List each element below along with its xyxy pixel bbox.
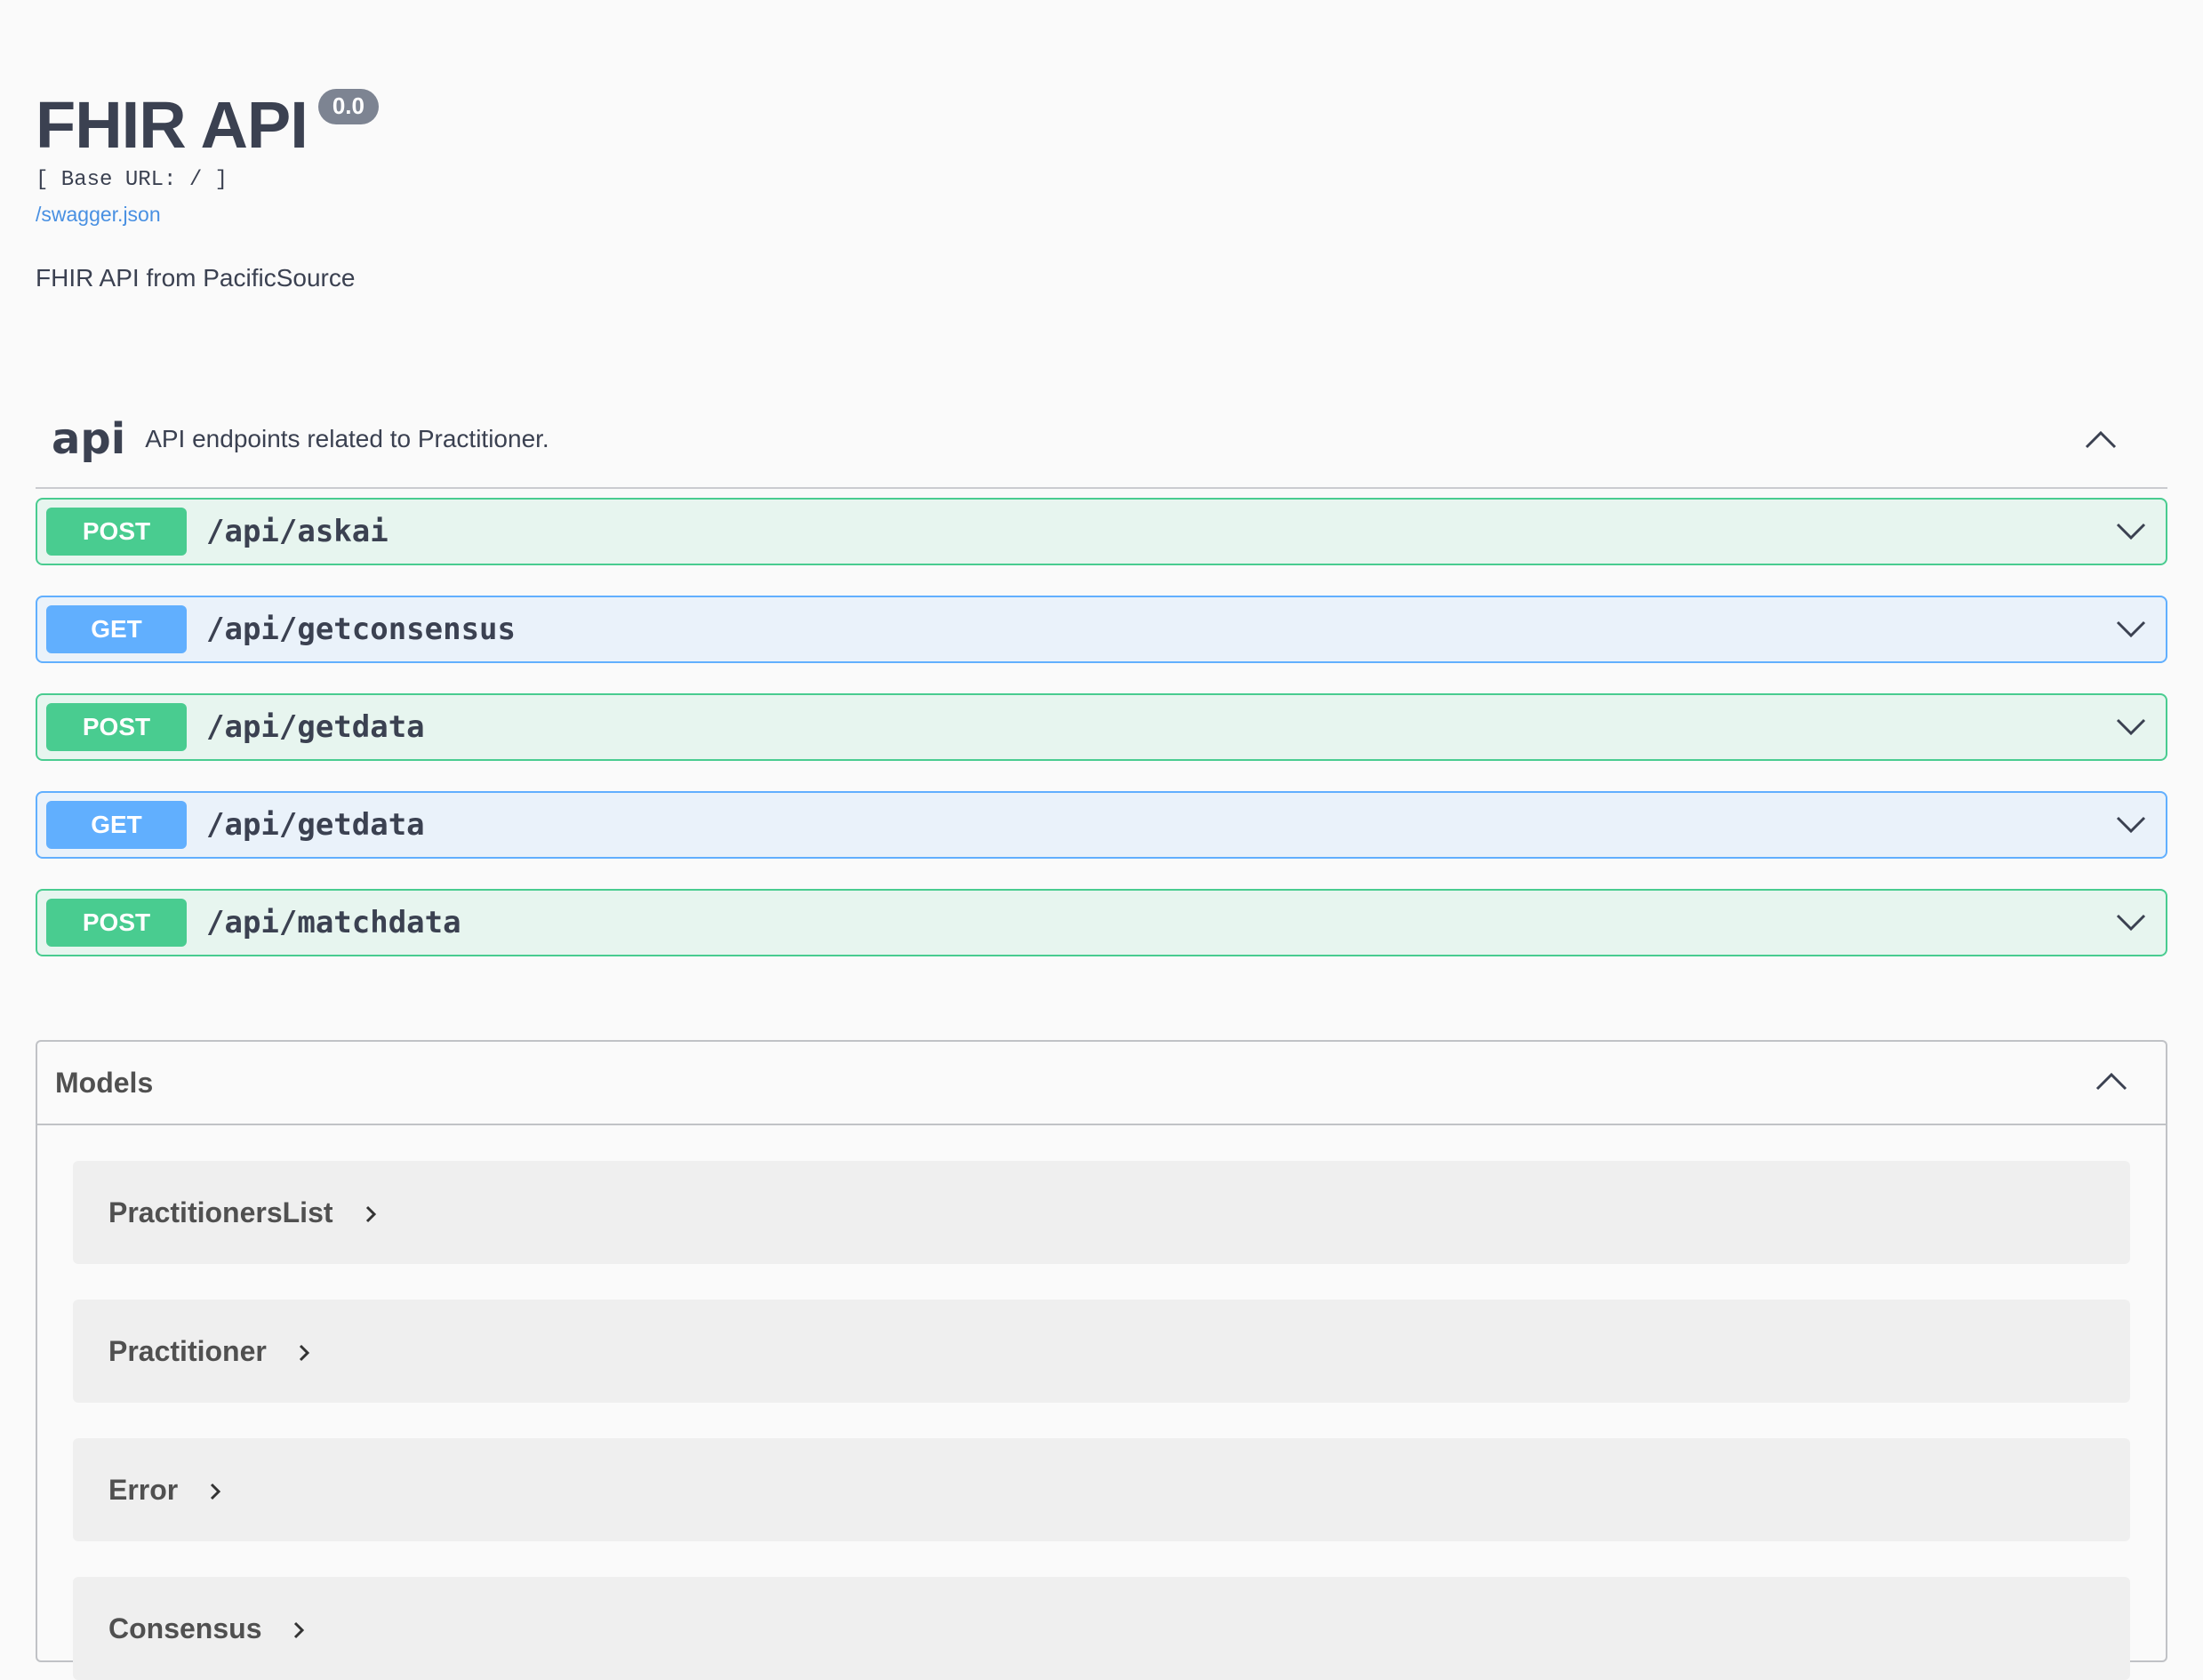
- method-badge: GET: [46, 801, 187, 849]
- chevron-up-icon[interactable]: [2079, 418, 2123, 462]
- chevron-down-icon[interactable]: [2109, 900, 2153, 945]
- model-name[interactable]: Practitioner: [108, 1335, 267, 1368]
- swagger-ui: FHIR API 0.0 [ Base URL: / ] /swagger.js…: [36, 0, 2167, 1680]
- chevron-down-icon-svg: [2116, 914, 2146, 932]
- version-badge: 0.0: [317, 89, 379, 124]
- chevron-down-icon-svg: [2116, 816, 2146, 834]
- method-badge: GET: [46, 605, 187, 653]
- chevron-right-icon[interactable]: [360, 1204, 381, 1225]
- tag-name[interactable]: api: [52, 414, 125, 464]
- operation-path[interactable]: /api/askai: [206, 514, 389, 549]
- chevron-right-icon-svg: [211, 1483, 221, 1500]
- api-info: FHIR API 0.0 [ Base URL: / ] /swagger.js…: [36, 0, 2167, 293]
- title-row: FHIR API 0.0: [36, 85, 2167, 165]
- chevron-right-icon[interactable]: [288, 1620, 309, 1641]
- chevron-right-icon[interactable]: [204, 1481, 226, 1502]
- operations-list: POST /api/askai GET /api/getconsensus PO…: [36, 498, 2167, 987]
- model-list: PractitionersList Practitioner Error Con…: [37, 1125, 2166, 1680]
- operation-path[interactable]: /api/getdata: [206, 709, 425, 745]
- swagger-json-link[interactable]: /swagger.json: [36, 201, 161, 228]
- method-badge: POST: [46, 703, 187, 751]
- model-name[interactable]: PractitionersList: [108, 1196, 333, 1229]
- chevron-up-icon-svg: [2095, 1072, 2127, 1091]
- model-practitioner[interactable]: Practitioner: [73, 1300, 2130, 1403]
- chevron-right-icon-svg: [299, 1344, 309, 1362]
- chevron-up-icon-svg: [2085, 430, 2117, 449]
- operation-get-getconsensus[interactable]: GET /api/getconsensus: [36, 596, 2167, 663]
- method-badge: POST: [46, 899, 187, 947]
- operation-path[interactable]: /api/matchdata: [206, 905, 461, 940]
- model-name[interactable]: Error: [108, 1474, 178, 1507]
- chevron-down-icon[interactable]: [2109, 509, 2153, 554]
- model-name[interactable]: Consensus: [108, 1612, 261, 1645]
- model-practitionerslist[interactable]: PractitionersList: [73, 1161, 2130, 1264]
- operation-get-getdata[interactable]: GET /api/getdata: [36, 791, 2167, 859]
- chevron-down-icon[interactable]: [2109, 803, 2153, 847]
- base-url: [ Base URL: / ]: [36, 168, 228, 192]
- chevron-down-icon[interactable]: [2109, 607, 2153, 652]
- operation-path[interactable]: /api/getconsensus: [206, 612, 516, 647]
- models-header[interactable]: Models: [37, 1042, 2166, 1125]
- chevron-down-icon[interactable]: [2109, 705, 2153, 749]
- chevron-down-icon-svg: [2116, 620, 2146, 638]
- operation-post-getdata[interactable]: POST /api/getdata: [36, 693, 2167, 761]
- chevron-up-icon[interactable]: [2089, 1060, 2134, 1104]
- api-description: FHIR API from PacificSource: [36, 264, 356, 292]
- api-title: FHIR API: [36, 88, 308, 162]
- models-section: Models PractitionersList Practitioner Er…: [36, 1040, 2167, 1680]
- method-badge: POST: [46, 508, 187, 556]
- model-consensus[interactable]: Consensus: [73, 1577, 2130, 1680]
- chevron-right-icon-svg: [365, 1205, 376, 1223]
- chevron-down-icon-svg: [2116, 718, 2146, 736]
- models-title[interactable]: Models: [55, 1067, 153, 1100]
- tag-description: API endpoints related to Practitioner.: [145, 425, 549, 452]
- chevron-down-icon-svg: [2116, 523, 2146, 540]
- operation-path[interactable]: /api/getdata: [206, 807, 425, 843]
- tag-header-api[interactable]: api API endpoints related to Practitione…: [36, 391, 2167, 489]
- chevron-right-icon[interactable]: [293, 1342, 315, 1364]
- model-error[interactable]: Error: [73, 1438, 2130, 1541]
- operation-post-matchdata[interactable]: POST /api/matchdata: [36, 889, 2167, 956]
- operation-post-askai[interactable]: POST /api/askai: [36, 498, 2167, 565]
